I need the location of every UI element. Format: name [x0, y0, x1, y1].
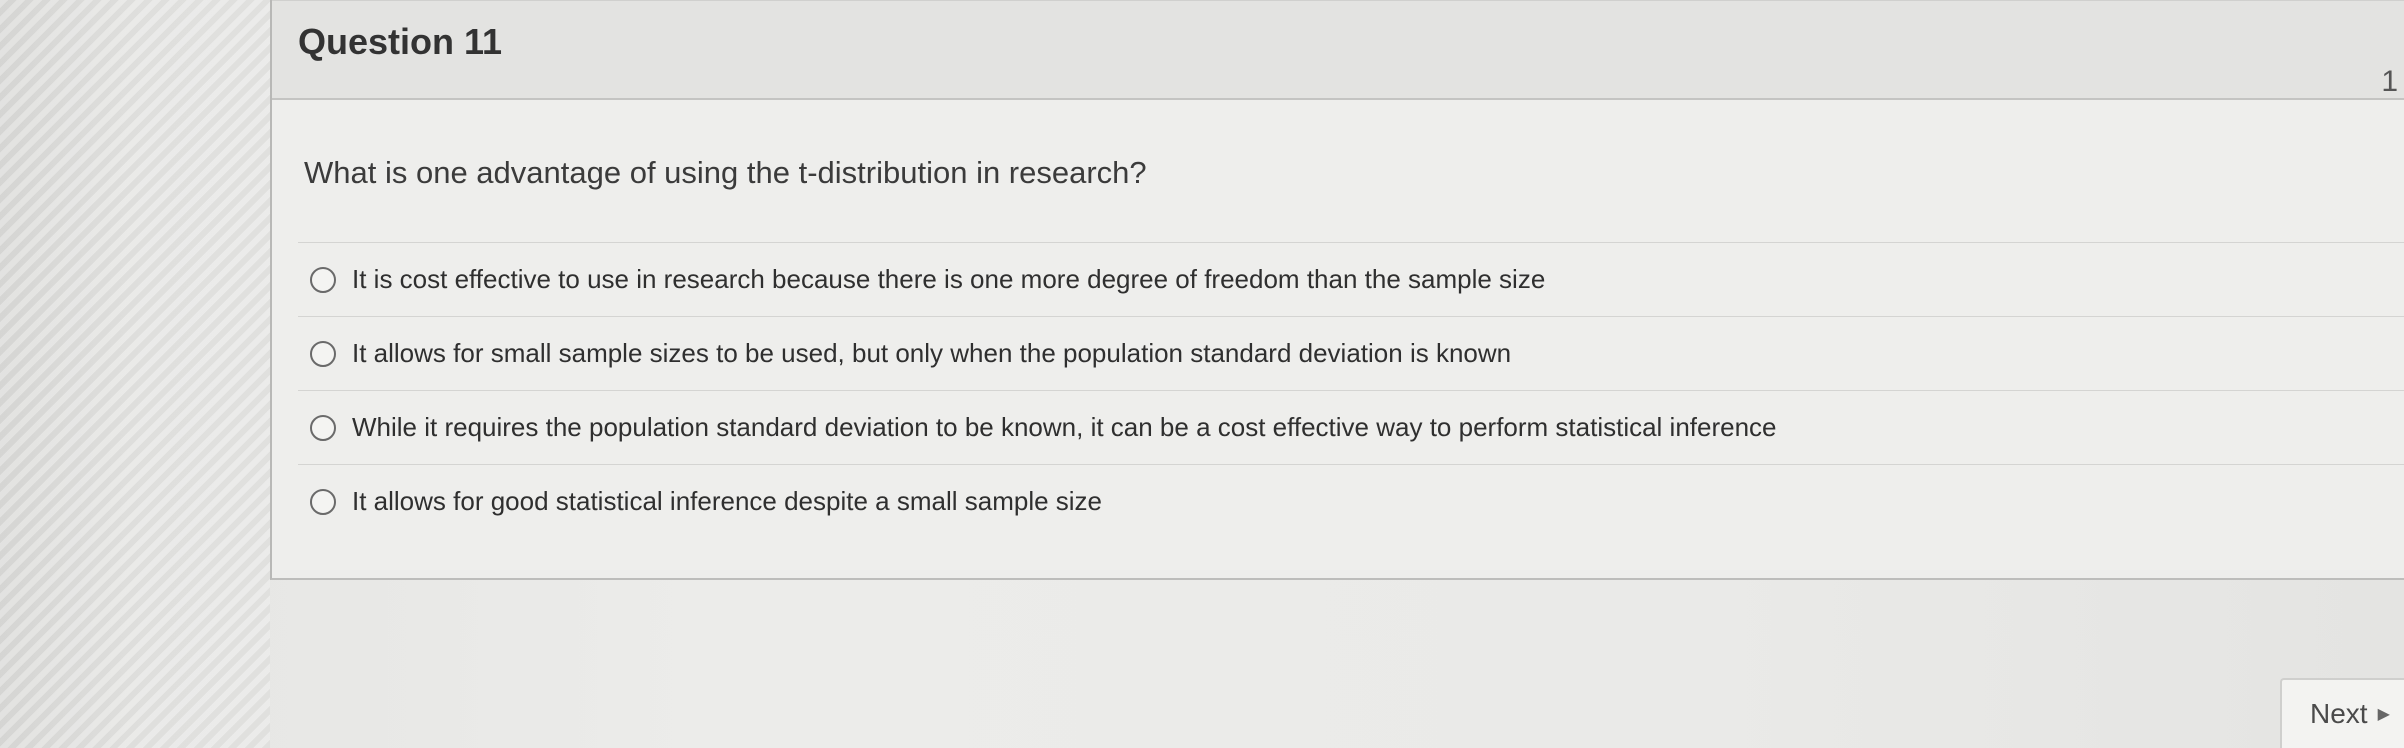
question-text: What is one advantage of using the t-dis… — [304, 155, 1147, 190]
play-triangle-icon: ▶ — [2377, 706, 2390, 723]
answer-option[interactable]: It allows for small sample sizes to be u… — [298, 316, 2404, 390]
answer-label: It allows for small sample sizes to be u… — [352, 338, 1512, 368]
next-button-label: Next — [2310, 698, 2368, 729]
radio-button[interactable] — [310, 488, 336, 515]
answer-label: While it requires the population standar… — [352, 412, 1777, 442]
answer-option[interactable]: While it requires the population standar… — [298, 390, 2404, 464]
radio-button[interactable] — [310, 340, 336, 367]
background-pattern — [0, 0, 270, 748]
question-points: 1 — [2381, 65, 2398, 98]
quiz-page: Question 11 1 What is one advantage of u… — [0, 0, 2404, 748]
question-header: Question 11 1 — [272, 0, 2404, 100]
answer-option[interactable]: It is cost effective to use in research … — [298, 242, 2404, 316]
question-title: Question 11 — [298, 21, 503, 62]
next-button[interactable]: Next ▶ — [2280, 678, 2404, 748]
answer-option[interactable]: It allows for good statistical inference… — [298, 464, 2404, 538]
answer-list: It is cost effective to use in research … — [298, 242, 2404, 538]
question-card: Question 11 1 What is one advantage of u… — [270, 0, 2404, 580]
answer-label: It allows for good statistical inference… — [352, 486, 1103, 516]
radio-button[interactable] — [310, 414, 336, 441]
radio-button[interactable] — [310, 266, 336, 293]
answer-label: It is cost effective to use in research … — [352, 264, 1546, 294]
